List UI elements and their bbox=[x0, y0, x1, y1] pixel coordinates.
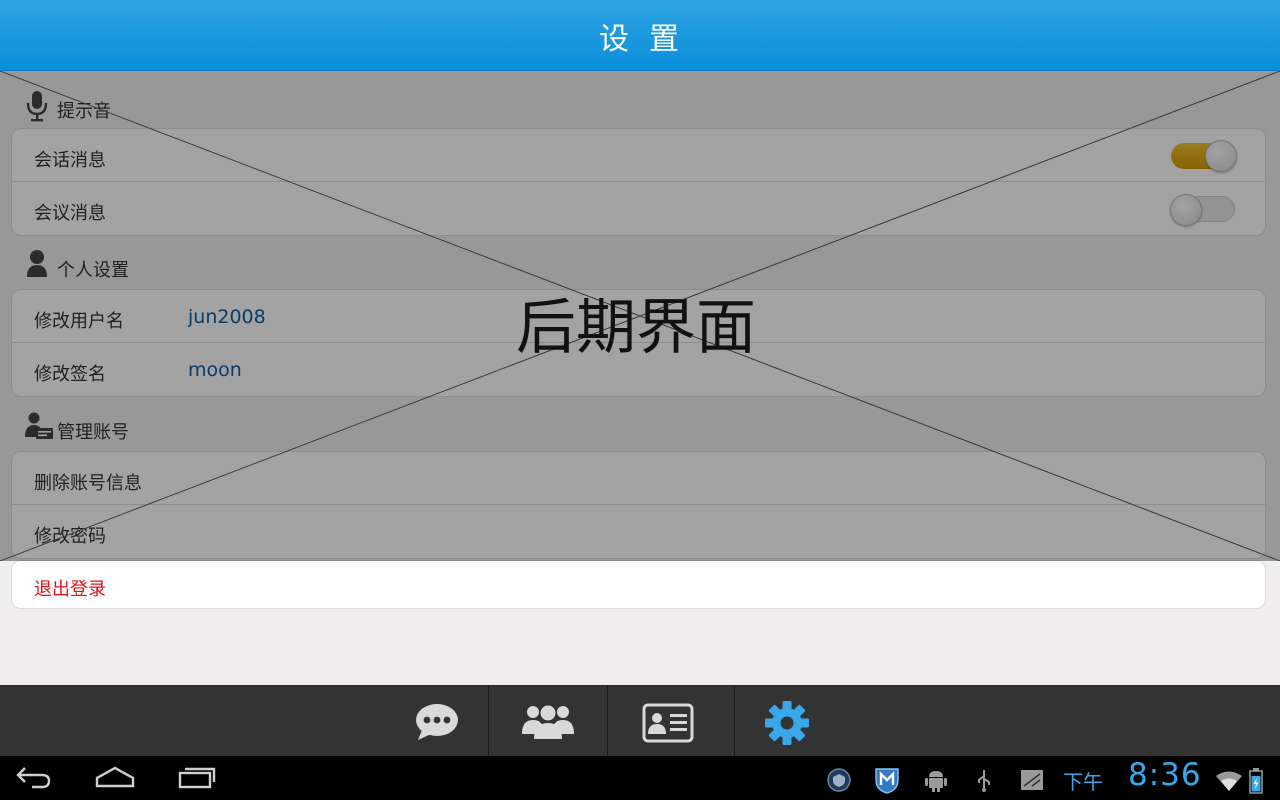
tab-settings[interactable] bbox=[735, 686, 840, 757]
delete-account-label: 删除账号信息 bbox=[34, 473, 142, 494]
personal-card: 修改用户名 jun2008 修改签名 moon bbox=[11, 289, 1266, 397]
settings-content: 提示音 会话消息 会议消息 个人设置 修改用户名 jun2008 修改签名 mo… bbox=[0, 71, 1280, 685]
section-personal-header: 个人设置 bbox=[0, 237, 1280, 287]
tab-contact-card[interactable] bbox=[608, 686, 734, 757]
title-bar: 设置 bbox=[0, 0, 1280, 71]
username-value: jun2008 bbox=[188, 306, 266, 328]
change-username-label: 修改用户名 bbox=[34, 311, 124, 332]
contact-card-icon bbox=[642, 703, 694, 747]
section-account-label: 管理账号 bbox=[57, 422, 129, 443]
meeting-message-toggle[interactable] bbox=[1170, 194, 1235, 226]
account-card: 删除账号信息 修改密码 bbox=[11, 451, 1266, 559]
contacts-group-icon bbox=[521, 704, 575, 744]
chat-bubble-icon bbox=[414, 702, 460, 746]
chat-message-label: 会话消息 bbox=[34, 150, 106, 171]
android-debug-icon bbox=[925, 768, 947, 796]
m-shield-icon bbox=[873, 766, 901, 798]
section-notify-header: 提示音 bbox=[0, 78, 1280, 128]
clock-ampm: 下午 bbox=[1063, 770, 1103, 794]
microphone-icon bbox=[24, 90, 50, 122]
meeting-message-row: 会议消息 bbox=[12, 182, 1265, 235]
recent-apps-icon[interactable] bbox=[178, 764, 216, 794]
settings-gear-icon bbox=[764, 700, 810, 750]
home-icon[interactable] bbox=[95, 764, 135, 794]
logout-label: 退出登录 bbox=[34, 579, 106, 600]
page-title: 设置 bbox=[599, 22, 699, 57]
battery-icon bbox=[1249, 768, 1263, 798]
change-signature-label: 修改签名 bbox=[34, 364, 106, 385]
section-account-header: 管理账号 bbox=[0, 399, 1280, 449]
person-icon bbox=[24, 249, 50, 279]
logout-row[interactable]: 退出登录 bbox=[12, 561, 1265, 608]
back-icon[interactable] bbox=[16, 764, 52, 794]
logout-button[interactable]: 退出登录 bbox=[11, 560, 1266, 609]
notify-card: 会话消息 会议消息 bbox=[11, 128, 1266, 236]
chat-message-toggle[interactable] bbox=[1171, 140, 1237, 172]
tab-contacts[interactable] bbox=[489, 686, 607, 757]
change-password-label: 修改密码 bbox=[34, 526, 106, 547]
change-username-row[interactable]: 修改用户名 jun2008 bbox=[12, 290, 1265, 343]
toggle-knob bbox=[1170, 194, 1202, 226]
security-shield-icon bbox=[826, 768, 852, 796]
toggle-knob bbox=[1205, 140, 1237, 172]
bottom-tab-bar bbox=[0, 685, 1280, 757]
system-nav-bar: 下午 8:36 bbox=[0, 756, 1280, 800]
section-notify-label: 提示音 bbox=[57, 101, 111, 122]
meeting-message-label: 会议消息 bbox=[34, 203, 106, 224]
change-password-row[interactable]: 修改密码 bbox=[12, 505, 1265, 558]
clock-time: 8:36 bbox=[1128, 757, 1202, 793]
tab-chat[interactable] bbox=[397, 686, 488, 757]
usb-icon bbox=[975, 768, 993, 796]
delete-account-row[interactable]: 删除账号信息 bbox=[12, 452, 1265, 505]
section-personal-label: 个人设置 bbox=[57, 260, 129, 281]
wifi-icon bbox=[1215, 770, 1243, 796]
sd-card-icon bbox=[1020, 768, 1044, 796]
chat-message-row: 会话消息 bbox=[12, 129, 1265, 182]
account-card-icon bbox=[24, 411, 53, 441]
signature-value: moon bbox=[188, 359, 242, 381]
change-signature-row[interactable]: 修改签名 moon bbox=[12, 343, 1265, 396]
